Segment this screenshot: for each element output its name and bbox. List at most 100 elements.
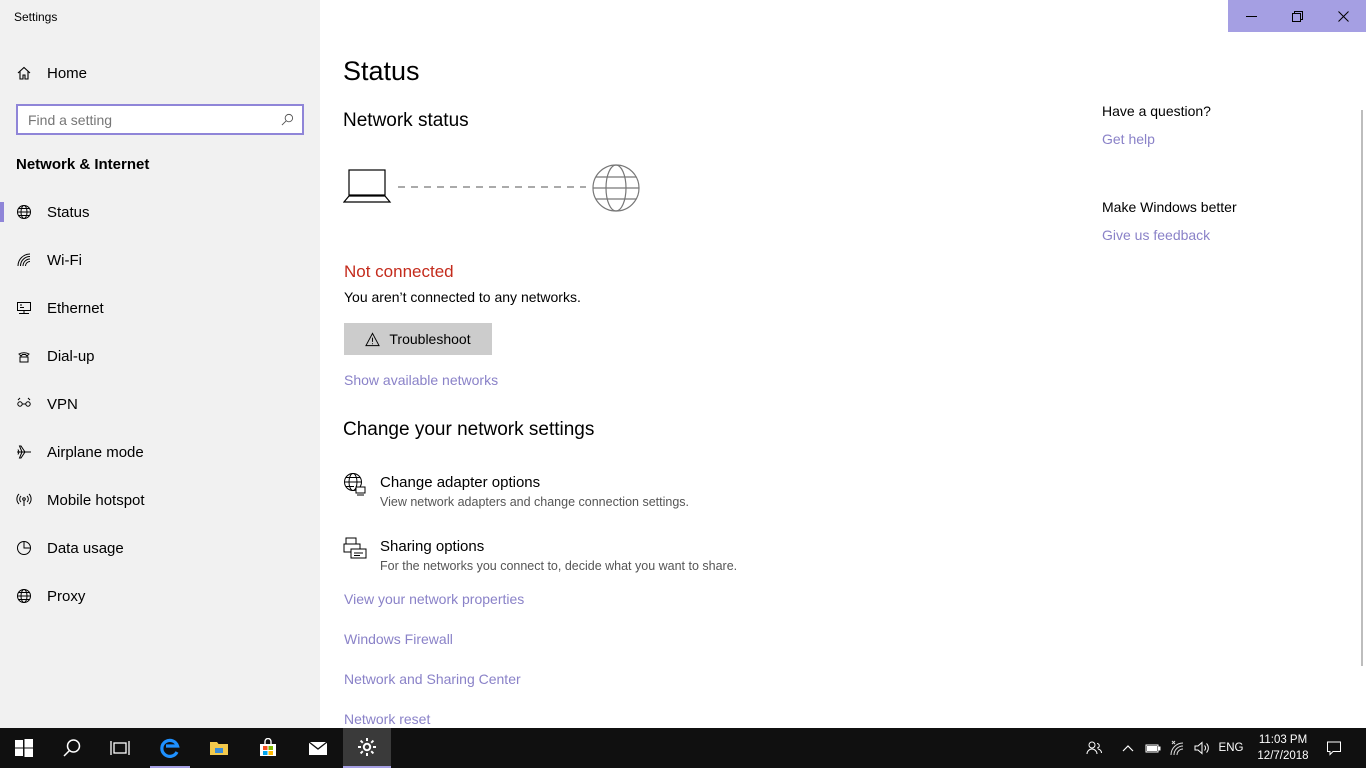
warning-icon <box>365 331 381 346</box>
input-language-button[interactable]: ENG <box>1216 728 1246 768</box>
vpn-icon <box>17 397 31 407</box>
minimize-icon <box>1245 15 1257 17</box>
airplane-icon <box>17 445 31 459</box>
section-title: Network & Internet <box>16 156 150 173</box>
clock-date: 12/7/2018 <box>1257 750 1309 762</box>
network-tray-button[interactable] <box>1166 728 1188 768</box>
store-button[interactable] <box>244 728 292 768</box>
show-available-networks-link[interactable]: Show available networks <box>344 372 498 388</box>
start-button[interactable] <box>0 728 48 768</box>
speaker-icon <box>1194 741 1209 755</box>
sidebar-item-label: Status <box>47 203 90 221</box>
get-help-link[interactable]: Get help <box>1102 131 1155 147</box>
search-icon <box>63 739 81 757</box>
home-icon <box>17 66 31 80</box>
close-icon <box>1337 10 1349 22</box>
change-adapter-options[interactable]: Change adapter options View network adap… <box>343 473 689 509</box>
globe-icon <box>592 164 640 212</box>
edge-browser-button[interactable] <box>146 728 194 768</box>
restore-icon <box>1291 10 1303 22</box>
sidebar-item-dialup[interactable]: Dial-up <box>0 332 320 380</box>
change-settings-heading: Change your network settings <box>343 419 595 440</box>
globe-icon <box>17 589 31 603</box>
close-button[interactable] <box>1320 0 1366 32</box>
question-heading: Have a question? <box>1102 103 1211 119</box>
sidebar-item-vpn[interactable]: VPN <box>0 380 320 428</box>
network-status-graphic <box>343 164 640 212</box>
sidebar-item-wifi[interactable]: Wi-Fi <box>0 236 320 284</box>
app-title: Settings <box>14 10 58 24</box>
network-sharing-center-link[interactable]: Network and Sharing Center <box>344 671 521 687</box>
sidebar-item-label: VPN <box>47 395 78 413</box>
people-icon <box>1086 741 1102 755</box>
setting-subtitle: View network adapters and change connect… <box>380 495 689 509</box>
data-usage-icon <box>17 541 31 555</box>
action-center-button[interactable] <box>1320 728 1348 768</box>
sidebar-item-label: Ethernet <box>47 299 104 317</box>
network-reset-link[interactable]: Network reset <box>344 711 430 727</box>
sidebar-nav: Status Wi-Fi Ethernet Dial-up VPN Airpla… <box>0 188 320 620</box>
setting-subtitle: For the networks you connect to, decide … <box>380 559 738 573</box>
sidebar-item-label: Dial-up <box>47 347 95 365</box>
search-button[interactable] <box>48 728 96 768</box>
setting-title: Change adapter options <box>380 474 541 491</box>
view-network-properties-link[interactable]: View your network properties <box>344 591 524 607</box>
wifi-disconnected-icon <box>1170 740 1184 756</box>
window-controls <box>1228 0 1366 32</box>
gear-icon <box>358 738 376 756</box>
clock[interactable]: 11:03 PM 12/7/2018 <box>1250 732 1316 764</box>
scrollbar[interactable] <box>1361 110 1363 666</box>
sidebar-item-proxy[interactable]: Proxy <box>0 572 320 620</box>
sidebar: Settings Home Network & Internet Status … <box>0 0 320 728</box>
sidebar-item-airplane-mode[interactable]: Airplane mode <box>0 428 320 476</box>
give-feedback-link[interactable]: Give us feedback <box>1102 227 1210 243</box>
sidebar-item-mobile-hotspot[interactable]: Mobile hotspot <box>0 476 320 524</box>
settings-button[interactable] <box>343 728 391 768</box>
minimize-button[interactable] <box>1228 0 1274 32</box>
connection-description: You aren’t connected to any networks. <box>344 289 581 305</box>
home-label: Home <box>47 64 88 82</box>
troubleshoot-button[interactable]: Troubleshoot <box>344 323 492 355</box>
sharing-options[interactable]: Sharing options For the networks you con… <box>343 537 738 573</box>
troubleshoot-label: Troubleshoot <box>389 331 471 347</box>
sidebar-item-ethernet[interactable]: Ethernet <box>0 284 320 332</box>
sidebar-item-label: Data usage <box>47 539 124 557</box>
folder-icon <box>210 742 228 755</box>
sidebar-item-data-usage[interactable]: Data usage <box>0 524 320 572</box>
connection-status: Not connected <box>344 262 454 281</box>
page-title: Status <box>343 56 420 86</box>
windows-logo-icon <box>15 739 33 757</box>
laptop-icon <box>343 169 392 203</box>
clock-time: 11:03 PM <box>1258 734 1308 746</box>
hotspot-icon <box>16 493 32 506</box>
file-explorer-button[interactable] <box>195 728 243 768</box>
sharing-icon <box>343 537 367 559</box>
sidebar-item-label: Wi-Fi <box>47 251 82 269</box>
feedback-heading: Make Windows better <box>1102 199 1237 215</box>
search-box[interactable] <box>16 104 304 135</box>
store-icon <box>260 738 276 756</box>
taskbar: ENG 11:03 PM 12/7/2018 <box>0 728 1366 768</box>
volume-button[interactable] <box>1191 728 1213 768</box>
sidebar-item-status[interactable]: Status <box>0 188 320 236</box>
home-nav-item[interactable]: Home <box>16 62 87 84</box>
restore-button[interactable] <box>1274 0 1320 32</box>
network-status-heading: Network status <box>343 110 469 131</box>
chevron-up-icon <box>1122 745 1134 752</box>
sidebar-item-label: Mobile hotspot <box>47 491 145 509</box>
search-input[interactable] <box>28 111 281 128</box>
task-view-button[interactable] <box>96 728 144 768</box>
mail-icon <box>308 741 328 755</box>
mail-button[interactable] <box>294 728 342 768</box>
search-icon[interactable] <box>281 113 294 126</box>
sidebar-item-label: Proxy <box>47 587 86 605</box>
dialup-icon <box>18 352 30 363</box>
battery-button[interactable] <box>1143 728 1163 768</box>
sidebar-item-label: Airplane mode <box>47 443 144 461</box>
windows-firewall-link[interactable]: Windows Firewall <box>344 631 453 647</box>
ethernet-icon <box>17 302 31 314</box>
edge-icon <box>160 738 180 758</box>
people-button[interactable] <box>1080 728 1108 768</box>
globe-icon <box>17 205 31 219</box>
show-hidden-icons-button[interactable] <box>1118 728 1138 768</box>
